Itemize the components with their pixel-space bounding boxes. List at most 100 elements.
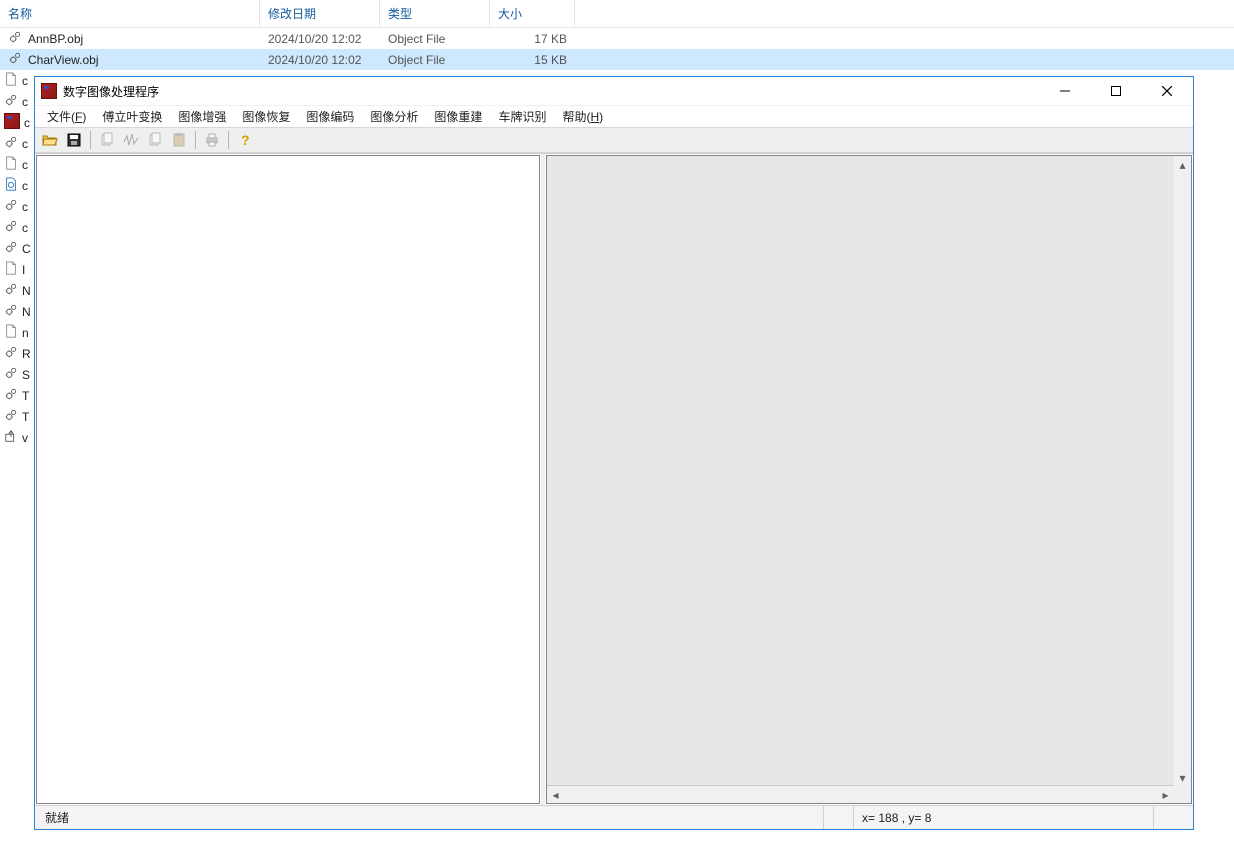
svg-text:?: ? — [241, 132, 250, 148]
bg-file-glimpse: N — [22, 284, 31, 298]
file-size: 15 KB — [490, 53, 575, 67]
menu-restore[interactable]: 图像恢复 — [234, 106, 298, 127]
help-button[interactable]: ? — [234, 129, 256, 151]
scrollbar-vertical[interactable]: ▴ ▾ — [1174, 156, 1191, 786]
bg-file-item[interactable]: c — [0, 133, 34, 154]
scroll-right-icon[interactable]: ▸ — [1157, 786, 1174, 803]
bg-file-item[interactable]: S — [0, 364, 34, 385]
bg-file-item[interactable]: R — [0, 343, 34, 364]
scroll-up-icon[interactable]: ▴ — [1174, 156, 1191, 173]
bg-file-item[interactable]: T — [0, 385, 34, 406]
print-icon — [204, 132, 220, 148]
menu-fourier[interactable]: 傅立叶变换 — [94, 106, 170, 127]
bg-file-item[interactable]: c — [0, 112, 34, 133]
menu-rebuild[interactable]: 图像重建 — [426, 106, 490, 127]
save-button[interactable] — [63, 129, 85, 151]
bg-file-glimpse: c — [22, 95, 28, 109]
bg-file-item[interactable]: C — [0, 238, 34, 259]
col-size[interactable]: 大小 — [490, 0, 575, 27]
toolbar-separator — [228, 131, 229, 149]
bg-file-glimpse: c — [22, 221, 28, 235]
col-name[interactable]: 名称 — [0, 0, 260, 27]
splitter[interactable] — [541, 154, 545, 805]
bg-file-glimpse: c — [22, 74, 28, 88]
bg-file-item[interactable]: n — [0, 322, 34, 343]
bg-file-item[interactable]: c — [0, 175, 34, 196]
scrollbar-horizontal[interactable]: ◂ ▸ — [547, 786, 1191, 803]
file-icon — [4, 113, 20, 132]
menu-file[interactable]: 文件(F) — [39, 106, 94, 127]
file-icon — [4, 156, 18, 173]
help-icon: ? — [237, 132, 253, 148]
col-modified[interactable]: 修改日期 — [260, 0, 380, 27]
image-canvas[interactable] — [547, 156, 1191, 786]
bg-file-item[interactable]: c — [0, 70, 34, 91]
file-modified: 2024/10/20 12:02 — [260, 32, 380, 46]
status-empty-1 — [823, 806, 853, 829]
file-type: Object File — [380, 32, 490, 46]
paste-button[interactable] — [168, 129, 190, 151]
bg-file-glimpse: c — [22, 200, 28, 214]
file-icon — [4, 240, 18, 257]
file-icon — [4, 408, 18, 425]
file-icon — [4, 345, 18, 362]
bg-file-glimpse: I — [22, 263, 25, 277]
scroll-down-icon[interactable]: ▾ — [1174, 769, 1191, 786]
copy-button[interactable] — [144, 129, 166, 151]
toolbar: ? — [35, 127, 1193, 153]
menu-analyze[interactable]: 图像分析 — [362, 106, 426, 127]
file-icon — [4, 366, 18, 383]
file-icon — [4, 282, 18, 299]
bg-file-glimpse: c — [24, 116, 30, 130]
menu-enhance[interactable]: 图像增强 — [170, 106, 234, 127]
menu-help[interactable]: 帮助(H) — [554, 106, 611, 127]
scroll-left-icon[interactable]: ◂ — [547, 786, 564, 803]
open-folder-icon — [42, 132, 58, 148]
bg-file-item[interactable]: c — [0, 217, 34, 238]
bg-file-glimpse: c — [22, 158, 28, 172]
bg-file-item[interactable]: I — [0, 259, 34, 280]
file-row[interactable]: CharView.obj2024/10/20 12:02Object File1… — [0, 49, 1234, 70]
col-type[interactable]: 类型 — [380, 0, 490, 27]
file-type: Object File — [380, 53, 490, 67]
open-button[interactable] — [39, 129, 61, 151]
maximize-button[interactable] — [1093, 77, 1138, 105]
close-button[interactable] — [1144, 77, 1189, 105]
file-size: 17 KB — [490, 32, 575, 46]
save-floppy-icon — [66, 132, 82, 148]
file-icon — [4, 72, 18, 89]
bg-file-item[interactable]: c — [0, 154, 34, 175]
bg-file-glimpse: T — [22, 389, 29, 403]
bg-file-glimpse: N — [22, 305, 31, 319]
window-title: 数字图像处理程序 — [63, 83, 1036, 100]
bg-file-item[interactable]: c — [0, 196, 34, 217]
file-icon — [4, 93, 18, 110]
file-explorer: 名称 修改日期 类型 大小 AnnBP.obj2024/10/20 12:02O… — [0, 0, 1234, 70]
cut-button[interactable] — [96, 129, 118, 151]
bg-file-item[interactable]: v — [0, 427, 34, 448]
status-empty-2 — [1153, 806, 1193, 829]
paste-icon — [171, 132, 187, 148]
minimize-button[interactable] — [1042, 77, 1087, 105]
wave-icon — [123, 132, 139, 148]
left-pane[interactable] — [36, 155, 540, 804]
bg-file-item[interactable]: N — [0, 280, 34, 301]
copy-icon — [147, 132, 163, 148]
bg-file-item[interactable]: N — [0, 301, 34, 322]
bg-file-glimpse: v — [22, 431, 28, 445]
bg-file-item[interactable]: T — [0, 406, 34, 427]
bg-file-item[interactable]: c — [0, 91, 34, 112]
file-icon — [4, 261, 18, 278]
wave-button[interactable] — [120, 129, 142, 151]
file-icon — [4, 324, 18, 341]
menu-bar: 文件(F)傅立叶变换图像增强图像恢复图像编码图像分析图像重建车牌识别帮助(H) — [35, 105, 1193, 127]
print-button[interactable] — [201, 129, 223, 151]
bg-file-glimpse: C — [22, 242, 31, 256]
title-bar[interactable]: 数字图像处理程序 — [35, 77, 1193, 105]
menu-encode[interactable]: 图像编码 — [298, 106, 362, 127]
app-icon — [41, 83, 57, 99]
client-area: ▴ ▾ ◂ ▸ — [35, 153, 1193, 805]
menu-plate[interactable]: 车牌识别 — [490, 106, 554, 127]
cut-icon — [99, 132, 115, 148]
file-row[interactable]: AnnBP.obj2024/10/20 12:02Object File17 K… — [0, 28, 1234, 49]
